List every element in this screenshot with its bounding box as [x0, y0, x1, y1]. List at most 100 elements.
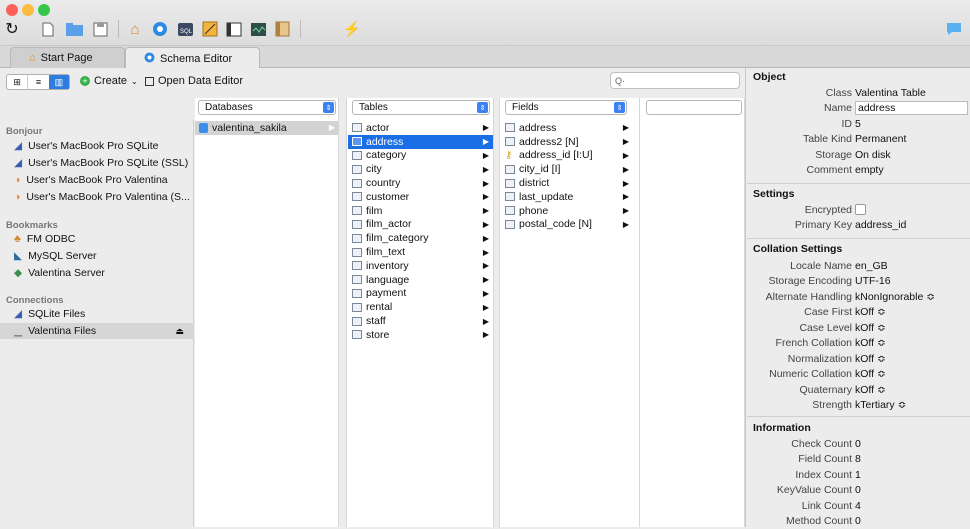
- save-icon[interactable]: [90, 20, 110, 38]
- property-value[interactable]: kOff ≎: [855, 353, 886, 365]
- fields-header[interactable]: Fields⇕: [505, 100, 627, 115]
- field-row[interactable]: phone▶: [501, 204, 633, 218]
- minimize-window-button[interactable]: [22, 4, 34, 16]
- field-row[interactable]: district▶: [501, 176, 633, 190]
- home-icon[interactable]: ⌂: [125, 20, 145, 38]
- sidebar-item-label: User's MacBook Pro Valentina (S...: [26, 191, 189, 203]
- schema-editor-icon[interactable]: [150, 20, 170, 38]
- odbc-icon: ♣: [14, 233, 21, 245]
- sidebar-item-valentina-files[interactable]: ▁Valentina Files⏏: [0, 323, 194, 339]
- icon-view-icon[interactable]: ⊞: [7, 75, 27, 89]
- table-row[interactable]: film_text▶: [348, 245, 493, 259]
- chevron-right-icon: ▶: [623, 179, 629, 188]
- property-value[interactable]: kNonIgnorable ≎: [855, 291, 935, 303]
- property-value[interactable]: kOff ≎: [855, 337, 886, 349]
- field-row[interactable]: address2 [N]▶: [501, 135, 633, 149]
- table-row[interactable]: city▶: [348, 162, 493, 176]
- valentina-icon: ◑: [14, 174, 20, 186]
- property-label: Method Count: [748, 515, 855, 527]
- sidebar-item-mysql[interactable]: ◣MySQL Server: [14, 248, 192, 264]
- chevron-right-icon: ▶: [483, 261, 489, 270]
- property-value: 8: [855, 453, 861, 465]
- sidebar-item-fm-odbc[interactable]: ♣FM ODBC: [14, 231, 192, 247]
- field-name: phone: [519, 205, 548, 217]
- zoom-window-button[interactable]: [38, 4, 50, 16]
- table-row[interactable]: store▶: [348, 328, 493, 342]
- sqlite-icon: ◢: [14, 140, 22, 152]
- table-row[interactable]: staff▶: [348, 314, 493, 328]
- encrypted-checkbox[interactable]: [855, 204, 866, 215]
- property-label: Normalization: [748, 353, 855, 365]
- table-row[interactable]: actor▶: [348, 121, 493, 135]
- property-label: Check Count: [748, 438, 855, 450]
- plug-icon[interactable]: ⚡: [342, 20, 362, 38]
- property-row: Storage EncodingUTF-16: [748, 274, 970, 290]
- chevron-right-icon: ▶: [483, 220, 489, 229]
- name-field[interactable]: address: [855, 101, 968, 115]
- sidebar-item-valentina[interactable]: ◑User's MacBook Pro Valentina: [14, 172, 192, 188]
- table-name: film_text: [366, 246, 405, 258]
- table-row[interactable]: film_actor▶: [348, 218, 493, 232]
- tables-header[interactable]: Tables⇕: [352, 100, 490, 115]
- table-name: film: [366, 205, 382, 217]
- list-item[interactable]: valentina_sakila ▶: [195, 121, 339, 135]
- column-view-icon[interactable]: ▥: [49, 75, 69, 89]
- table-row[interactable]: category▶: [348, 149, 493, 163]
- table-icon: [352, 206, 362, 215]
- window-toolbar: [0, 0, 970, 46]
- property-row: Locale Nameen_GB: [748, 258, 970, 274]
- sidebar-item-sqlite-files[interactable]: ◢SQLite Files: [14, 306, 192, 322]
- property-value[interactable]: kOff ≎: [855, 306, 886, 318]
- empty-column: [640, 98, 745, 527]
- tab-schema-editor[interactable]: Schema Editor: [125, 47, 260, 69]
- chevron-right-icon: ▶: [483, 317, 489, 326]
- property-row: Alternate HandlingkNonIgnorable ≎: [748, 289, 970, 305]
- folder-icon[interactable]: [64, 20, 84, 38]
- open-data-editor-button[interactable]: Open Data Editor: [145, 75, 243, 87]
- table-row[interactable]: film▶: [348, 204, 493, 218]
- field-icon: [505, 220, 515, 229]
- sidebar-item-sqlite[interactable]: ◢User's MacBook Pro SQLite: [14, 138, 192, 154]
- create-button[interactable]: + Create ⌄: [80, 75, 138, 87]
- monitor-icon[interactable]: [248, 20, 268, 38]
- property-value[interactable]: kOff ≎: [855, 368, 886, 380]
- refresh-icon[interactable]: ↻: [2, 20, 22, 38]
- comment-field[interactable]: empty: [855, 164, 884, 176]
- new-document-icon[interactable]: [38, 20, 58, 38]
- close-window-button[interactable]: [6, 4, 18, 16]
- table-name: store: [366, 329, 389, 341]
- field-name: city_id [I]: [519, 163, 560, 175]
- field-row[interactable]: city_id [I]▶: [501, 162, 633, 176]
- report-icon[interactable]: [272, 20, 292, 38]
- tab-start-page[interactable]: ⌂ Start Page: [10, 47, 125, 68]
- form-icon[interactable]: [224, 20, 244, 38]
- table-row[interactable]: customer▶: [348, 190, 493, 204]
- table-row[interactable]: language▶: [348, 273, 493, 287]
- eject-icon[interactable]: ⏏: [175, 326, 184, 337]
- table-row[interactable]: inventory▶: [348, 259, 493, 273]
- property-value[interactable]: kOff ≎: [855, 322, 886, 334]
- property-value[interactable]: kTertiary ≎: [855, 399, 906, 411]
- field-row[interactable]: last_update▶: [501, 190, 633, 204]
- table-row[interactable]: film_category▶: [348, 231, 493, 245]
- sidebar-item-sqlite-ssl[interactable]: ◢User's MacBook Pro SQLite (SSL): [14, 155, 192, 171]
- field-row[interactable]: postal_code [N]▶: [501, 218, 633, 232]
- table-row[interactable]: country▶: [348, 176, 493, 190]
- diagram-icon[interactable]: [200, 20, 220, 38]
- chat-icon[interactable]: [944, 20, 964, 38]
- search-input[interactable]: Q·: [610, 72, 740, 89]
- dropdown-caret-icon: ⌄: [131, 77, 138, 86]
- field-row[interactable]: ⚷address_id [I:U]▶: [501, 149, 633, 163]
- table-row[interactable]: address▶: [348, 135, 493, 149]
- table-row[interactable]: payment▶: [348, 287, 493, 301]
- table-row[interactable]: rental▶: [348, 300, 493, 314]
- list-view-icon[interactable]: ≡: [27, 75, 48, 89]
- field-row[interactable]: address▶: [501, 121, 633, 135]
- sql-editor-icon[interactable]: SQL: [175, 20, 195, 38]
- divider: [747, 238, 970, 239]
- databases-header[interactable]: Databases⇕: [198, 100, 336, 115]
- property-value[interactable]: kOff ≎: [855, 384, 886, 396]
- sidebar-item-valentina-server[interactable]: ◆Valentina Server: [14, 265, 192, 281]
- table-icon: [352, 289, 362, 298]
- sidebar-item-valentina-ssl[interactable]: ◑User's MacBook Pro Valentina (S...: [14, 189, 192, 205]
